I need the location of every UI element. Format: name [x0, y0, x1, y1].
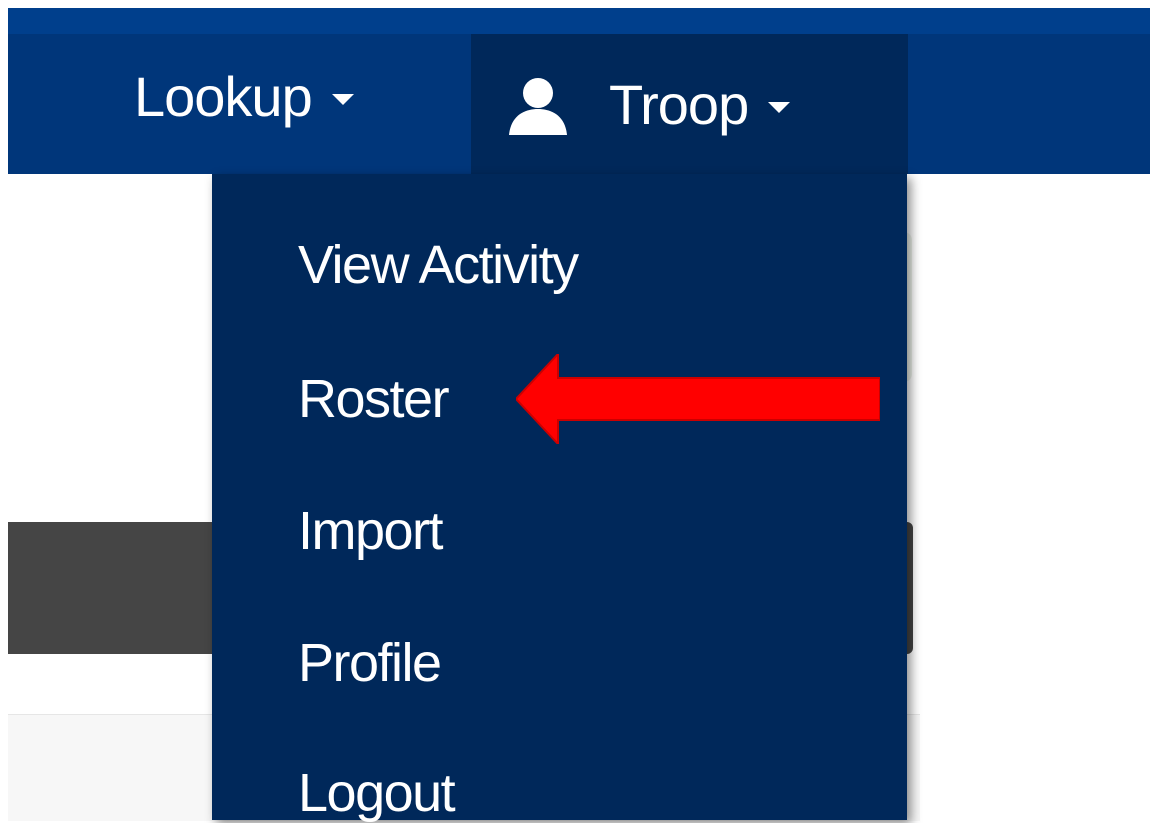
menu-item-profile[interactable]: Profile	[298, 636, 442, 690]
menu-item-view-activity[interactable]: View Activity	[298, 238, 579, 292]
nav-lookup-label: Lookup	[134, 64, 313, 128]
user-icon	[509, 78, 567, 135]
troop-dropdown-menu: View Activity Roster Import Profile Logo…	[212, 174, 907, 820]
chevron-down-icon	[768, 101, 791, 113]
nav-troop-label: Troop	[609, 72, 749, 136]
menu-item-import[interactable]: Import	[298, 504, 444, 558]
nav-troop[interactable]: Troop	[471, 34, 908, 174]
red-arrow-annotation	[516, 354, 880, 444]
nav-lookup[interactable]: Lookup	[134, 26, 466, 166]
menu-item-logout[interactable]: Logout	[298, 766, 456, 820]
menu-item-roster[interactable]: Roster	[298, 372, 450, 426]
chevron-down-icon	[331, 93, 354, 105]
top-strip	[0, 0, 1150, 8]
